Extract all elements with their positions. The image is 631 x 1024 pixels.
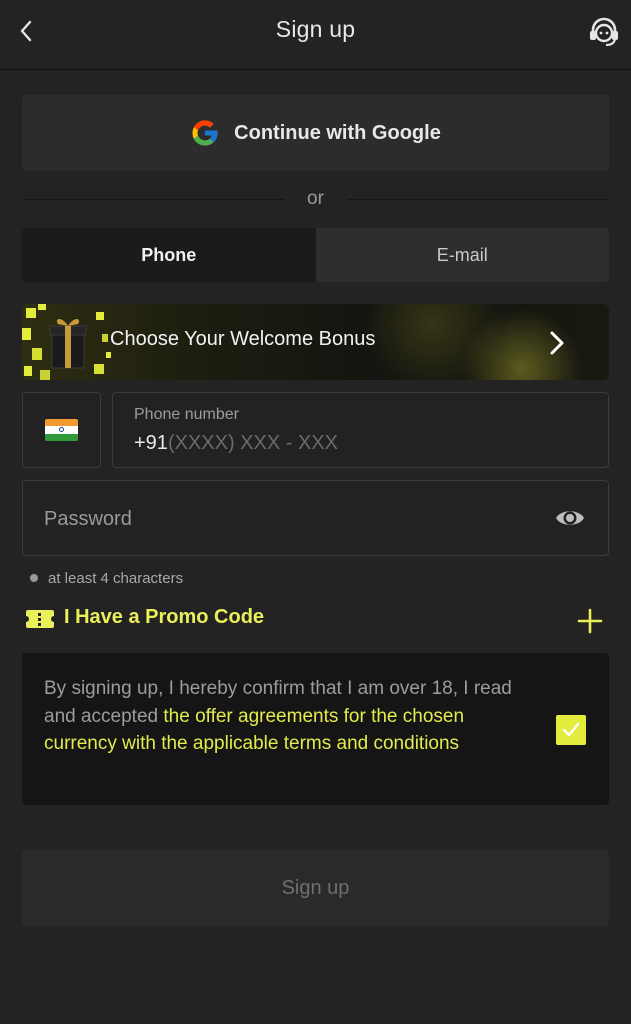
tab-phone[interactable]: Phone xyxy=(22,228,316,282)
promo-code-label: I Have a Promo Code xyxy=(64,606,265,628)
or-divider: or xyxy=(22,186,609,214)
phone-country-code: +91 xyxy=(134,432,168,454)
page-title: Sign up xyxy=(275,16,356,42)
chevron-right-icon xyxy=(550,331,564,355)
phone-number-label: Phone number xyxy=(134,406,239,423)
india-flag-icon xyxy=(45,419,78,441)
phone-number-value: +91(XXXX) XXX - XXX xyxy=(134,432,338,455)
sign-up-button[interactable]: Sign up xyxy=(22,850,609,926)
eye-icon[interactable] xyxy=(554,504,586,532)
headset-support-icon xyxy=(590,17,618,47)
phone-mask: (XXXX) XXX - XXX xyxy=(167,432,338,454)
gift-icon xyxy=(22,304,111,380)
support-button[interactable] xyxy=(585,13,623,51)
promo-code-toggle[interactable]: I Have a Promo Code xyxy=(22,600,609,638)
continue-with-google-button[interactable]: Continue with Google xyxy=(22,95,609,171)
password-hint: at least 4 characters xyxy=(30,569,183,587)
password-hint-text: at least 4 characters xyxy=(48,569,184,587)
checkmark-icon xyxy=(562,722,580,737)
header-bar: Sign up xyxy=(0,0,631,70)
phone-number-input[interactable]: Phone number +91(XXXX) XXX - XXX xyxy=(112,392,609,468)
country-selector[interactable] xyxy=(22,392,101,468)
tab-email[interactable]: E-mail xyxy=(316,228,610,282)
signup-screen: Sign up Continue with Google or Phone E-… xyxy=(0,0,631,1024)
agreement-text: By signing up, I hereby confirm that I a… xyxy=(44,675,540,758)
agreement-checkbox[interactable] xyxy=(556,715,586,745)
welcome-bonus-label: Choose Your Welcome Bonus xyxy=(110,328,376,350)
google-button-label: Continue with Google xyxy=(234,121,441,144)
age-terms-agreement: By signing up, I hereby confirm that I a… xyxy=(22,653,609,805)
plus-icon xyxy=(577,608,603,634)
welcome-bonus-banner[interactable]: Choose Your Welcome Bonus xyxy=(22,304,609,380)
password-placeholder: Password xyxy=(44,508,132,530)
signup-method-tabs: Phone E-mail xyxy=(22,228,609,282)
google-g-icon xyxy=(192,120,218,146)
ticket-icon xyxy=(26,610,54,628)
bullet-icon xyxy=(30,574,38,582)
password-input[interactable]: Password xyxy=(22,480,609,556)
divider-line-right xyxy=(347,199,609,200)
